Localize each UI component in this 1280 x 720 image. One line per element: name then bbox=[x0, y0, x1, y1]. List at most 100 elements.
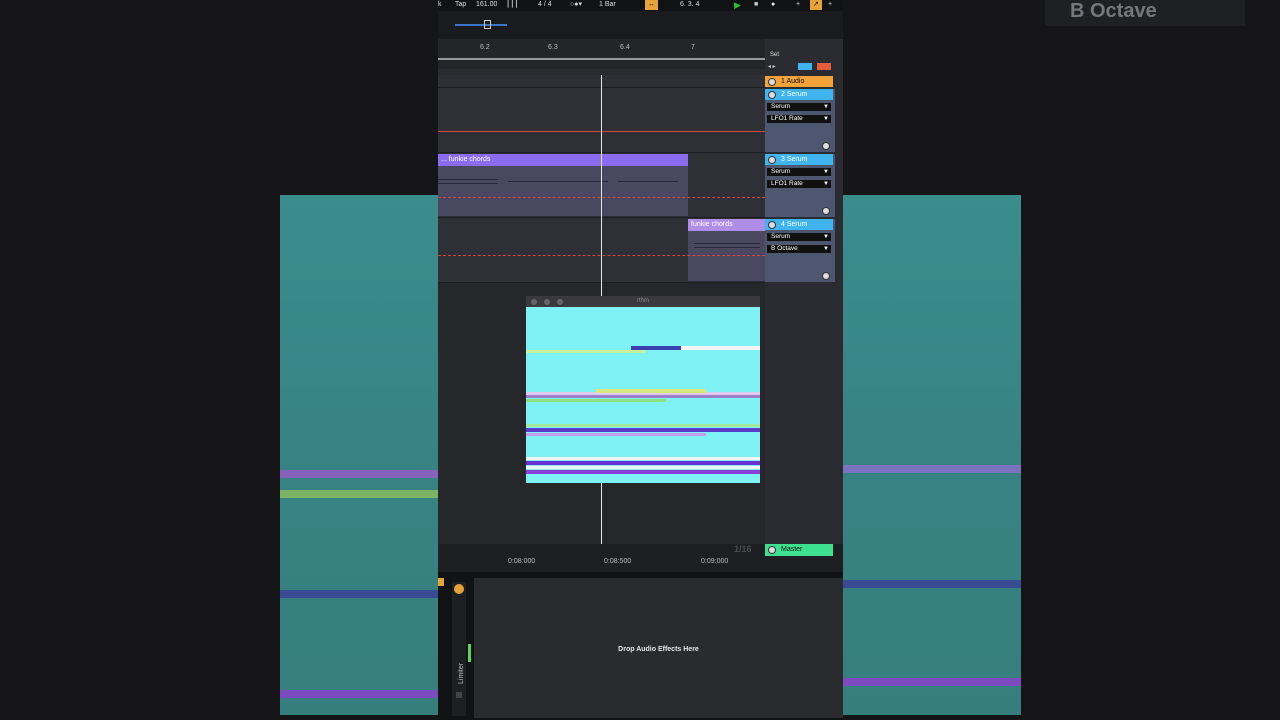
track-name: 1 Audio bbox=[781, 78, 805, 85]
clip-funkie-chords[interactable]: funkie chords bbox=[688, 219, 765, 231]
record-icon[interactable]: ● bbox=[771, 0, 775, 10]
midi-note bbox=[438, 183, 498, 184]
set-label: Set bbox=[770, 52, 780, 58]
arrangement-record-button[interactable]: ↔ bbox=[645, 0, 658, 10]
record-toggle[interactable] bbox=[817, 63, 831, 70]
add-icon[interactable]: + bbox=[828, 0, 832, 10]
parameter-name: LFO1 Rate bbox=[771, 115, 803, 122]
master-track-header[interactable]: Master bbox=[765, 544, 833, 556]
glitch-bar bbox=[526, 395, 760, 398]
glitch-bar bbox=[526, 461, 760, 465]
glitch-bar bbox=[526, 466, 760, 469]
background-stripe bbox=[280, 490, 438, 498]
clip-funkie-chords[interactable]: ... funkie chords bbox=[438, 154, 688, 166]
chevron-down-icon: ▼ bbox=[823, 116, 829, 122]
midi-note bbox=[438, 179, 498, 180]
track-name: 4 Serum bbox=[781, 221, 808, 228]
limiter-device[interactable] bbox=[452, 582, 466, 716]
background-stripe bbox=[280, 690, 438, 698]
bpm-field[interactable]: 161.00 bbox=[476, 0, 497, 10]
chevron-down-icon: ▼ bbox=[823, 181, 829, 187]
overview-handle[interactable] bbox=[484, 20, 491, 29]
add-lane-icon[interactable] bbox=[822, 207, 830, 215]
background-stripe bbox=[843, 580, 1021, 588]
parameter-dropdown[interactable]: LFO1 Rate ▼ bbox=[767, 115, 831, 123]
zoom-label: 1/16 bbox=[734, 544, 752, 554]
transport-bar: k Tap 161.00 ┃┃┃ 4 / 4 ○●▾ 1 Bar ↔ 6. 3.… bbox=[438, 0, 843, 11]
add-lane-icon[interactable] bbox=[822, 142, 830, 150]
metronome-icon[interactable]: ┃┃┃ bbox=[506, 0, 519, 10]
loop-brace[interactable] bbox=[438, 58, 765, 60]
track-name: 3 Serum bbox=[781, 156, 808, 163]
chevron-down-icon: ▼ bbox=[823, 104, 829, 110]
add-icon[interactable]: + bbox=[796, 0, 800, 10]
time-label: 0:08:500 bbox=[604, 558, 632, 565]
background-stripe bbox=[280, 470, 438, 478]
beat-ruler[interactable]: 6.2 6.3 6.4 7 bbox=[438, 39, 765, 69]
glitch-bar bbox=[526, 424, 760, 427]
plugin-title: rthm bbox=[637, 298, 649, 304]
chevron-down-icon: ▼ bbox=[823, 246, 829, 252]
close-icon[interactable] bbox=[531, 299, 537, 305]
clip-body[interactable] bbox=[688, 231, 765, 281]
background-ghost-text: B Octave bbox=[1045, 0, 1245, 26]
nav-icon[interactable]: ◂ ▸ bbox=[768, 63, 776, 70]
chevron-down-icon: ▼ bbox=[823, 169, 829, 175]
stop-icon[interactable]: ■ bbox=[754, 0, 758, 10]
track-header-audio[interactable]: 1 Audio bbox=[765, 76, 833, 87]
parameter-dropdown[interactable]: LFO1 Rate ▼ bbox=[767, 180, 831, 188]
quantize-dropdown[interactable]: 1 Bar bbox=[599, 0, 616, 10]
device-dropdown[interactable]: Serum ▼ bbox=[767, 103, 831, 111]
glitch-bar bbox=[526, 433, 706, 436]
daw-window: k Tap 161.00 ┃┃┃ 4 / 4 ○●▾ 1 Bar ↔ 6. 3.… bbox=[438, 0, 843, 720]
track-headers: Set ◂ ▸ 1 Audio 2 Serum Serum ▼ LFO1 Rate… bbox=[765, 39, 843, 544]
glitch-bar bbox=[526, 470, 760, 474]
parameter-dropdown[interactable]: B Octave ▼ bbox=[767, 245, 831, 253]
plugin-window[interactable]: rthm bbox=[526, 296, 760, 483]
ruler-tick: 6.2 bbox=[480, 44, 490, 51]
follow-icon[interactable]: ○●▾ bbox=[570, 0, 582, 10]
ruler-tick: 6.3 bbox=[548, 44, 558, 51]
level-meter bbox=[468, 644, 471, 662]
drop-hint: Drop Audio Effects Here bbox=[618, 646, 699, 653]
visualizer-canvas bbox=[526, 307, 760, 483]
plugin-title-bar[interactable]: rthm bbox=[526, 296, 760, 307]
glitch-bar bbox=[526, 399, 666, 402]
automation-arm-button[interactable]: ↗ bbox=[810, 0, 822, 10]
master-name: Master bbox=[781, 546, 803, 553]
device-name: Serum bbox=[771, 103, 791, 110]
midi-note bbox=[508, 181, 608, 182]
track-header-serum-2[interactable]: 2 Serum Serum ▼ LFO1 Rate ▼ bbox=[765, 89, 835, 152]
device-dropdown[interactable]: Serum ▼ bbox=[767, 233, 831, 241]
device-name: Serum bbox=[771, 233, 791, 240]
minimize-icon[interactable] bbox=[544, 299, 550, 305]
glitch-bar bbox=[596, 389, 706, 393]
ruler-tick: 6.4 bbox=[620, 44, 630, 51]
play-icon[interactable]: ▶ bbox=[734, 0, 741, 10]
tap-button[interactable]: Tap bbox=[455, 0, 466, 10]
track-header-serum-4[interactable]: 4 Serum Serum ▼ B Octave ▼ bbox=[765, 219, 835, 282]
effects-drop-zone[interactable]: Drop Audio Effects Here bbox=[474, 578, 843, 718]
midi-note bbox=[618, 181, 678, 182]
track-activator-icon[interactable] bbox=[768, 546, 776, 554]
device-dropdown[interactable]: Serum ▼ bbox=[767, 168, 831, 176]
glitch-bar bbox=[526, 350, 646, 353]
add-lane-icon[interactable] bbox=[822, 272, 830, 280]
song-position-field[interactable]: 6. 3. 4 bbox=[680, 0, 699, 10]
overview-strip[interactable] bbox=[438, 11, 843, 39]
track-header-serum-3[interactable]: 3 Serum Serum ▼ LFO1 Rate ▼ bbox=[765, 154, 835, 217]
device-power-icon[interactable] bbox=[454, 584, 464, 594]
background-stripe bbox=[843, 678, 1021, 686]
clip-body[interactable] bbox=[438, 166, 688, 216]
time-label: 0:08:000 bbox=[508, 558, 536, 565]
zoom-icon[interactable] bbox=[557, 299, 563, 305]
automation-toggle[interactable] bbox=[798, 63, 812, 70]
device-activator[interactable] bbox=[438, 578, 444, 586]
device-settings-icon[interactable] bbox=[456, 692, 462, 698]
glitch-bar bbox=[526, 457, 760, 460]
transport-left-label: k bbox=[438, 1, 442, 8]
time-signature-field[interactable]: 4 / 4 bbox=[538, 0, 552, 10]
background-panel-left bbox=[280, 195, 438, 715]
background-stripe bbox=[843, 465, 1021, 473]
track-name: 2 Serum bbox=[781, 91, 808, 98]
